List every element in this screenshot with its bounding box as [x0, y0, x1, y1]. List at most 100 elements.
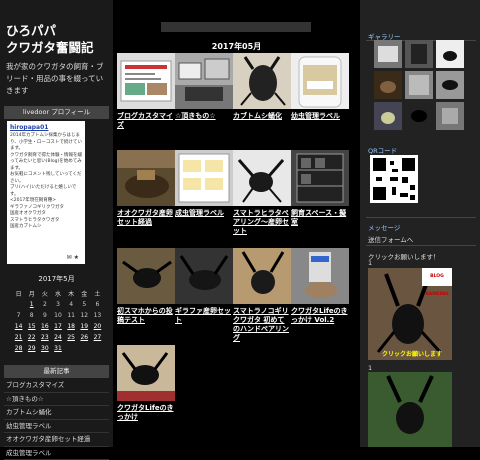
calendar-day[interactable]: 31: [51, 343, 64, 354]
calendar-day[interactable]: 27: [91, 332, 104, 343]
calendar-day[interactable]: 20: [91, 321, 104, 332]
article-tile[interactable]: ギラファ産卵セット: [175, 248, 233, 325]
rank-number-2: 1: [368, 364, 372, 372]
calendar-day[interactable]: 1: [25, 299, 38, 310]
article-title[interactable]: カブトムシ蛹化: [233, 112, 291, 121]
calendar-day[interactable]: 19: [78, 321, 91, 332]
article-title[interactable]: ☆頂きもの☆: [175, 112, 233, 121]
article-tile[interactable]: 成虫管理ラベル: [175, 150, 233, 218]
calendar-day[interactable]: 28: [12, 343, 25, 354]
gallery-thumb[interactable]: [374, 102, 402, 130]
calendar-day[interactable]: 24: [51, 332, 64, 343]
profile-name-link[interactable]: hiropapa01: [10, 124, 82, 131]
gallery-thumb[interactable]: [405, 102, 433, 130]
article-tile[interactable]: カブトムシ蛹化: [233, 53, 291, 121]
calendar-day[interactable]: 30: [38, 343, 51, 354]
calendar-day: 9: [38, 310, 51, 321]
article-tile[interactable]: 幼虫管理ラベル: [291, 53, 349, 121]
blog-title-line2[interactable]: クワガタ奮闘記: [6, 39, 110, 56]
article-thumbnail[interactable]: [233, 53, 291, 109]
calendar-day[interactable]: 26: [78, 332, 91, 343]
recent-item[interactable]: 成虫管理ラベル: [4, 447, 109, 460]
recent-item[interactable]: カブトムシ蛹化: [4, 406, 109, 420]
article-tile[interactable]: ☆頂きもの☆: [175, 53, 233, 121]
article-thumbnail[interactable]: [117, 53, 175, 109]
rank-text-1: クリックお願いします！: [368, 251, 440, 261]
article-tile[interactable]: ブログカスタマイズ: [117, 53, 175, 130]
ranking-banner[interactable]: BLOG RANKING クリックお願いします: [368, 268, 452, 360]
calendar-day[interactable]: 15: [25, 321, 38, 332]
recent-item[interactable]: 幼虫管理ラベル: [4, 420, 109, 434]
blog-title[interactable]: ひろパパ クワガタ奮闘記: [6, 22, 110, 56]
recent-item[interactable]: ☆頂きもの☆: [4, 393, 109, 407]
calendar-weekday: 日: [12, 288, 25, 299]
article-tile[interactable]: 飼育スペース・擬室: [291, 150, 349, 227]
blog-title-line1[interactable]: ひろパパ: [6, 22, 110, 39]
gallery-thumb[interactable]: [374, 40, 402, 68]
profile-heading: livedoor プロフィール: [4, 106, 109, 119]
article-thumbnail[interactable]: [117, 150, 175, 206]
article-thumbnail[interactable]: [117, 345, 175, 401]
calendar-day[interactable]: 16: [38, 321, 51, 332]
article-thumbnail[interactable]: [175, 53, 233, 109]
article-title[interactable]: 初スマホからの投稿テスト: [117, 307, 175, 325]
article-title[interactable]: オオクワガタ産卵セット経過: [117, 209, 175, 227]
profile-icons[interactable]: ✉ ★: [67, 254, 79, 261]
message-form-link[interactable]: 送信フォームへ: [368, 234, 413, 244]
article-thumbnail[interactable]: [233, 150, 291, 206]
article-thumbnail[interactable]: [291, 248, 349, 304]
article-tile[interactable]: クワガタLifeのきっかけ: [117, 345, 175, 422]
article-tile[interactable]: スマトラヒラタペアリング～産卵セット: [233, 150, 291, 236]
gallery-thumb[interactable]: [436, 40, 464, 68]
article-title[interactable]: ギラファ産卵セット: [175, 307, 233, 325]
article-title[interactable]: 幼虫管理ラベル: [291, 112, 349, 121]
article-tile[interactable]: 初スマホからの投稿テスト: [117, 248, 175, 325]
calendar-day: [91, 343, 104, 354]
calendar-day: 2: [38, 299, 51, 310]
article-title[interactable]: クワガタLifeのきっかけ Vol.2: [291, 307, 349, 325]
article-title[interactable]: ブログカスタマイズ: [117, 112, 175, 130]
calendar-day[interactable]: 14: [12, 321, 25, 332]
article-thumbnail[interactable]: [291, 150, 349, 206]
gallery-thumb[interactable]: [405, 71, 433, 99]
gallery-thumb[interactable]: [405, 40, 433, 68]
article-tile[interactable]: クワガタLifeのきっかけ Vol.2: [291, 248, 349, 325]
calendar-title: 2017年5月: [0, 274, 113, 284]
blog-ranking-badge[interactable]: BLOG RANKING: [422, 268, 452, 286]
article-title[interactable]: 成虫管理ラベル: [175, 209, 233, 218]
calendar-day: 10: [51, 310, 64, 321]
article-tile[interactable]: オオクワガタ産卵セット経過: [117, 150, 175, 227]
calendar-weekday: 木: [65, 288, 78, 299]
recent-item[interactable]: オオクワガタ産卵セット経過: [4, 433, 109, 447]
calendar-day[interactable]: 25: [65, 332, 78, 343]
article-title[interactable]: 飼育スペース・擬室: [291, 209, 349, 227]
gallery-thumb[interactable]: [436, 71, 464, 99]
ranking-banner-2[interactable]: [368, 372, 452, 447]
calendar-day: 7: [12, 310, 25, 321]
article-title[interactable]: スマトラヒラタペアリング～産卵セット: [233, 209, 291, 236]
right-sidebar: ギャラリー QRコード メッセージ 送信フォームへ クリックお願いします！ 1: [360, 0, 480, 447]
gallery-thumb[interactable]: [436, 102, 464, 130]
article-tile[interactable]: スマトラノコギリクワガタ 初めてのハンドペアリング: [233, 248, 291, 343]
calendar-day[interactable]: 17: [51, 321, 64, 332]
article-thumbnail[interactable]: [175, 150, 233, 206]
calendar-day[interactable]: 23: [38, 332, 51, 343]
recent-item[interactable]: ブログカスタマイズ: [4, 379, 109, 393]
calendar-day: [78, 343, 91, 354]
article-title[interactable]: クワガタLifeのきっかけ: [117, 404, 175, 422]
article-thumbnail[interactable]: [117, 248, 175, 304]
article-thumbnail[interactable]: [233, 248, 291, 304]
calendar-day[interactable]: 22: [25, 332, 38, 343]
qr-code: [370, 155, 418, 203]
calendar-day[interactable]: 18: [65, 321, 78, 332]
calendar-day[interactable]: 29: [25, 343, 38, 354]
article-title[interactable]: スマトラノコギリクワガタ 初めてのハンドペアリング: [233, 307, 291, 343]
gallery-thumb[interactable]: [374, 71, 402, 99]
calendar-day: 6: [91, 299, 104, 310]
recent-list: ブログカスタマイズ ☆頂きもの☆ カブトムシ蛹化 幼虫管理ラベル オオクワガタ産…: [4, 379, 109, 460]
article-thumbnail[interactable]: [291, 53, 349, 109]
article-thumbnail[interactable]: [175, 248, 233, 304]
calendar-weekday: 月: [25, 288, 38, 299]
blog-ranking-badge-text: BLOG RANKING: [422, 268, 452, 304]
calendar-day[interactable]: 21: [12, 332, 25, 343]
